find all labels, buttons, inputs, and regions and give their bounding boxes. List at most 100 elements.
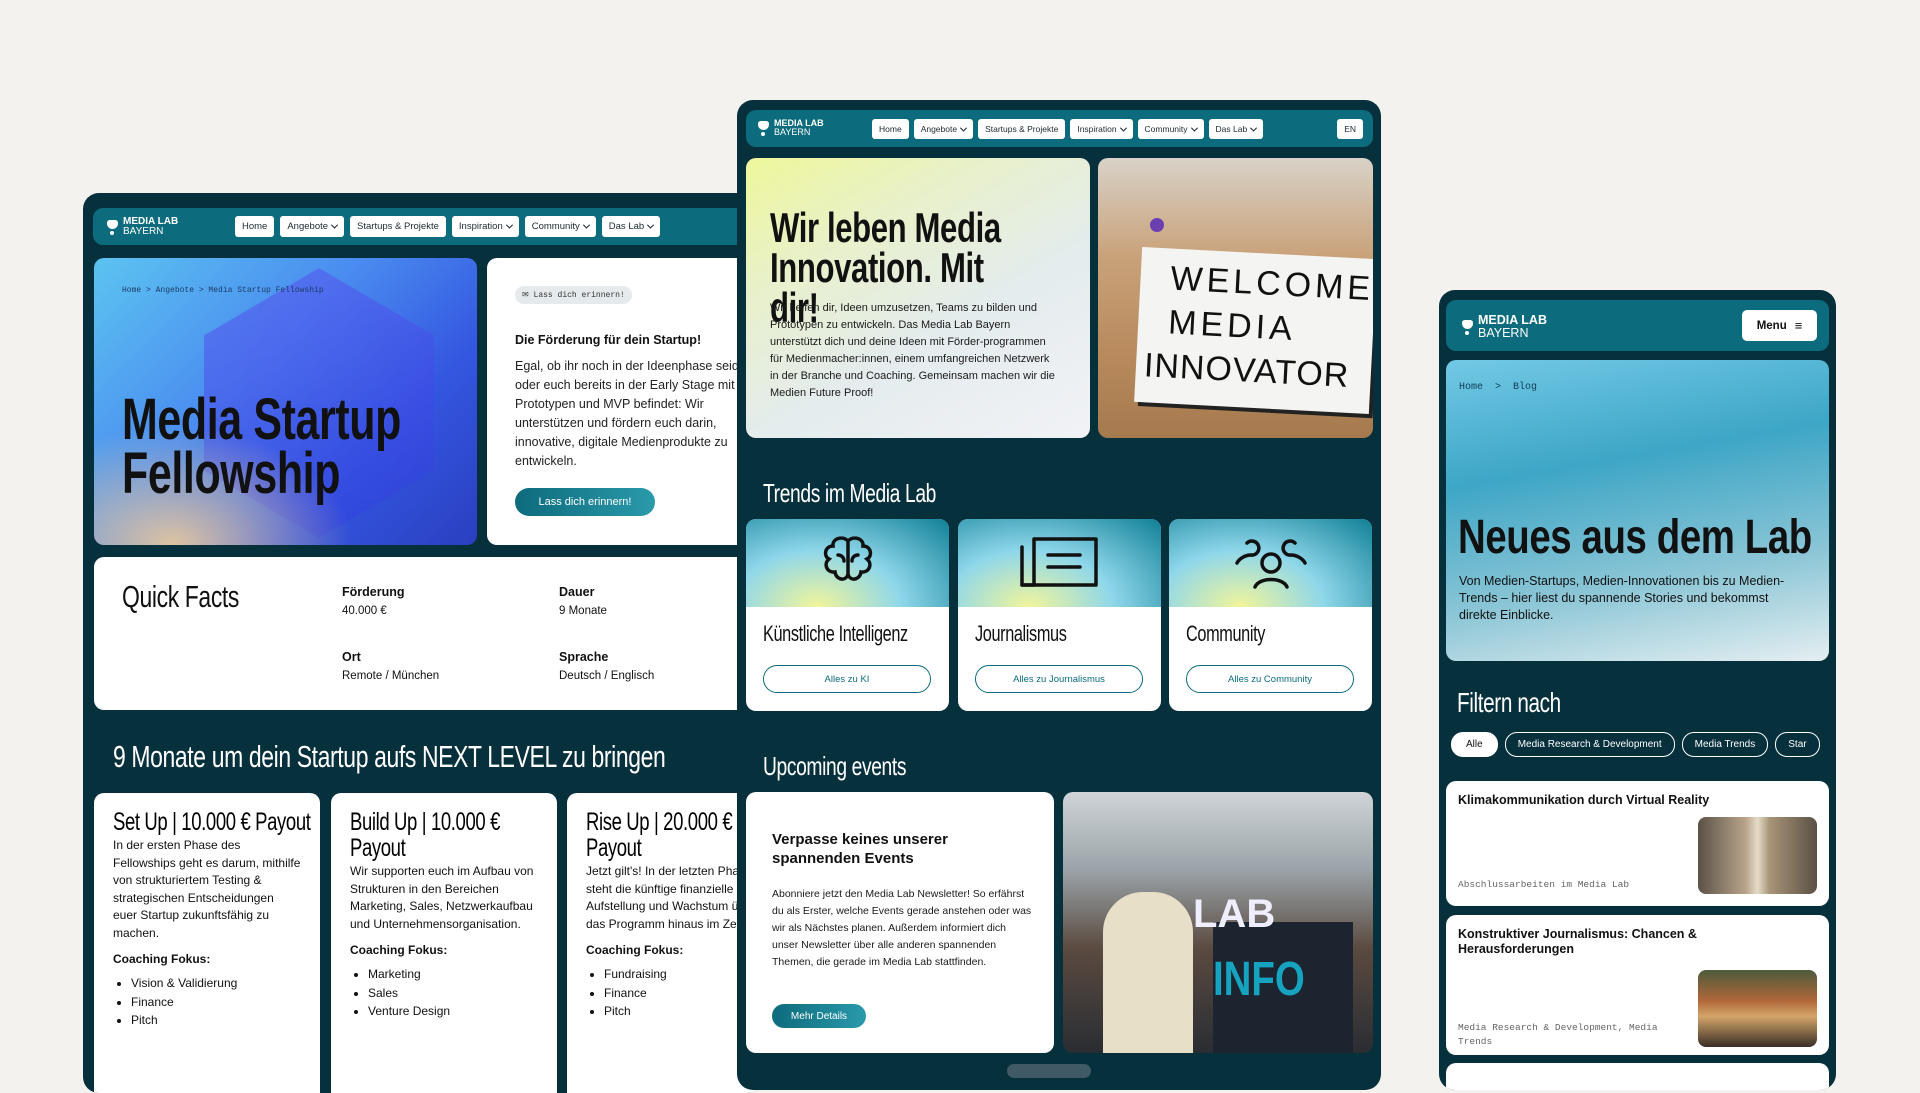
filter-chip-research[interactable]: Media Research & Development — [1504, 732, 1675, 757]
nav-label: Inspiration — [458, 221, 503, 232]
chevron-down-icon — [1190, 124, 1198, 132]
nav-label: Startups & Projekte — [985, 124, 1059, 134]
newspaper-icon — [1020, 537, 1098, 587]
nav-angebote[interactable]: Angebote — [280, 216, 345, 237]
reminder-button[interactable]: Lass dich erinnern! — [515, 488, 655, 516]
nav-inspiration[interactable]: Inspiration — [1070, 119, 1133, 139]
fact-value: Deutsch / Englisch — [559, 670, 655, 682]
trend-title: Künstliche Intelligenz — [763, 621, 908, 646]
nav-label: Home — [242, 221, 268, 232]
logo-icon — [107, 220, 118, 235]
focus-item: Marketing — [368, 965, 538, 984]
home-page-mockup: MEDIA LAB BAYERN Home Angebote Startups &… — [737, 100, 1381, 1090]
filter-chip-startups[interactable]: Star — [1775, 732, 1820, 757]
more-details-button[interactable]: Mehr Details — [772, 1004, 866, 1028]
language-label: EN — [1344, 124, 1356, 134]
chevron-down-icon — [647, 221, 655, 229]
nav-das-lab[interactable]: Das Lab — [601, 216, 661, 237]
trend-card-journalismus[interactable]: Journalismus Alles zu Journalismus — [958, 519, 1161, 711]
nav-startups[interactable]: Startups & Projekte — [978, 119, 1066, 139]
people-icon — [1235, 539, 1307, 589]
trend-card-community[interactable]: Community Alles zu Community — [1169, 519, 1372, 711]
photo-sign-lab: LAB — [1193, 892, 1276, 936]
fellowship-page-mockup: MEDIA LAB BAYERN Home Angebote Startups &… — [83, 193, 763, 1093]
media-lab-logo[interactable]: MEDIA LAB BAYERN — [1462, 314, 1547, 339]
media-lab-logo[interactable]: MEDIA LAB BAYERN — [107, 217, 178, 237]
fact-sprache: Sprache Deutsch / Englisch — [559, 650, 654, 682]
home-hero-card: Wir leben Media Innovation. Mit dir! Wir… — [746, 158, 1090, 438]
main-navigation: MEDIA LAB BAYERN Home Angebote Startups &… — [746, 110, 1373, 147]
breadcrumb-home[interactable]: Home — [122, 286, 141, 295]
fact-value: Remote / München — [342, 670, 440, 682]
flower-icon — [1150, 218, 1164, 232]
blog-hero: Home > Blog Neues aus dem Lab Von Medien… — [1446, 360, 1829, 661]
phase-card-setup: Set Up | 10.000 € Payout In der ersten P… — [94, 793, 320, 1093]
filter-chip-trends[interactable]: Media Trends — [1681, 732, 1769, 757]
chevron-down-icon — [505, 221, 513, 229]
menu-button[interactable]: Menu ≡ — [1742, 310, 1817, 341]
person-figure — [1103, 892, 1193, 1053]
fact-label: Ort — [342, 650, 361, 664]
media-lab-logo[interactable]: MEDIA LAB BAYERN — [758, 119, 824, 137]
hero-text: Wir helfen dir, Ideen umzusetzen, Teams … — [770, 302, 1055, 399]
logo-line1: MEDIA LAB — [1478, 313, 1547, 327]
focus-item: Pitch — [131, 1011, 301, 1030]
nav-startups[interactable]: Startups & Projekte — [350, 216, 446, 237]
nav-home[interactable]: Home — [235, 216, 275, 237]
trend-card-ki[interactable]: Künstliche Intelligenz Alles zu KI — [746, 519, 949, 711]
menu-label: Menu — [1756, 319, 1787, 332]
coaching-label: Coaching Fokus: — [350, 943, 448, 957]
fact-label: Sprache — [559, 650, 609, 664]
welcome-sign-photo: WELCOME MEDIA INNOVATOR — [1098, 158, 1373, 438]
reminder-tag-label: Lass dich erinnern! — [533, 291, 625, 300]
intro-heading: Die Förderung für dein Startup! — [515, 333, 702, 347]
coaching-label: Coaching Fokus: — [113, 952, 211, 966]
blog-intro: Von Medien-Startups, Medien-Innovationen… — [1459, 574, 1785, 622]
nav-label: Startups & Projekte — [357, 221, 439, 232]
phase-text: In der ersten Phase des Fellowships geht… — [113, 838, 301, 940]
nav-angebote[interactable]: Angebote — [913, 119, 974, 139]
breadcrumb-angebote[interactable]: Angebote — [156, 286, 194, 295]
logo-line2: BAYERN — [1478, 325, 1529, 340]
reminder-tag: ✉ Lass dich erinnern! — [515, 286, 632, 304]
trend-button[interactable]: Alles zu Journalismus — [975, 665, 1143, 693]
blog-mobile-mockup: MEDIA LAB BAYERN Menu ≡ Home > Blog Neues… — [1439, 290, 1836, 1090]
breadcrumb-current: Blog — [1513, 382, 1538, 393]
mobile-navigation: MEDIA LAB BAYERN Menu ≡ — [1446, 300, 1829, 351]
fellowship-hero: Home > Angebote > Media Startup Fellowsh… — [94, 258, 477, 545]
article-card[interactable] — [1446, 1063, 1829, 1090]
nav-inspiration[interactable]: Inspiration — [451, 216, 519, 237]
page-title: Neues aus dem Lab — [1458, 511, 1812, 564]
article-thumbnail — [1698, 970, 1817, 1047]
nav-label: Home — [879, 124, 902, 134]
nav-label: Angebote — [287, 221, 329, 232]
trend-button[interactable]: Alles zu Community — [1186, 665, 1354, 693]
trends-heading: Trends im Media Lab — [763, 478, 936, 508]
breadcrumb: Home > Angebote > Media Startup Fellowsh… — [122, 286, 324, 295]
intro-text: Egal, ob ihr noch in der Ideenphase seid… — [515, 359, 739, 468]
article-card[interactable]: Konstruktiver Journalismus: Chancen & He… — [1446, 915, 1829, 1055]
scroll-indicator[interactable] — [1007, 1064, 1091, 1078]
language-switch[interactable]: EN — [1337, 119, 1363, 139]
article-card[interactable]: Klimakommunikation durch Virtual Reality… — [1446, 781, 1829, 906]
nav-community[interactable]: Community — [1137, 119, 1204, 139]
event-text: Abonniere jetzt den Media Lab Newsletter… — [772, 888, 1032, 968]
nav-community[interactable]: Community — [524, 216, 596, 237]
fact-foerderung: Förderung 40.000 € — [342, 585, 405, 617]
chevron-down-icon — [330, 221, 339, 229]
filter-chip-alle[interactable]: Alle — [1451, 732, 1498, 757]
chevron-down-icon — [1119, 124, 1127, 132]
fact-value: 40.000 € — [342, 605, 387, 617]
nav-label: Das Lab — [608, 221, 645, 232]
nav-label: Community — [1144, 124, 1188, 134]
events-heading: Upcoming events — [763, 751, 907, 781]
fact-label: Förderung — [342, 585, 405, 599]
quick-facts-card: Quick Facts Förderung 40.000 € Dauer 9 Mon… — [94, 557, 763, 710]
trend-button[interactable]: Alles zu KI — [763, 665, 931, 693]
breadcrumb: Home > Blog — [1459, 382, 1538, 393]
nav-das-lab[interactable]: Das Lab — [1208, 119, 1264, 139]
event-photo: LAB INFO — [1063, 792, 1373, 1053]
nav-home[interactable]: Home — [872, 119, 909, 139]
filter-heading: Filtern nach — [1457, 687, 1561, 718]
breadcrumb-home[interactable]: Home — [1459, 382, 1483, 393]
